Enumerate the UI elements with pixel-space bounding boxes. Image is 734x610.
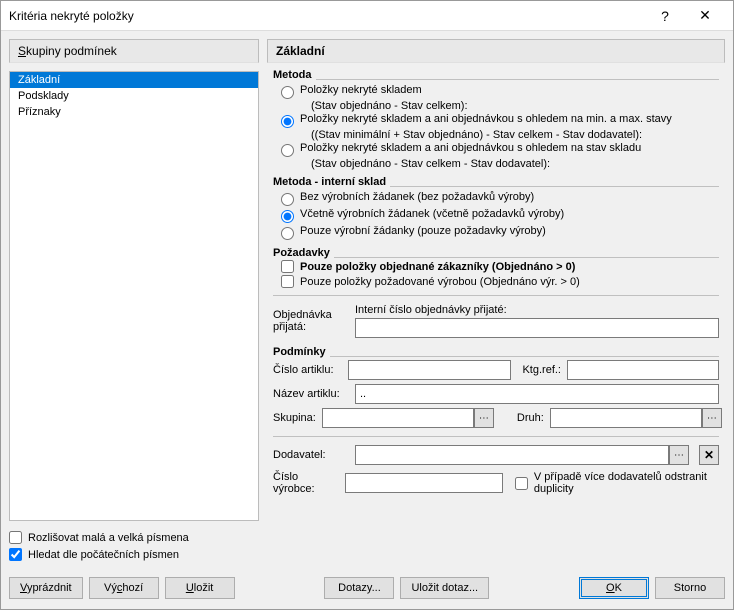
prefix-search-input[interactable]	[9, 548, 22, 561]
interni-opt1-label: Bez výrobních žádanek (bez požadavků výr…	[300, 191, 534, 203]
objednavka-field-label: Interní číslo objednávky přijaté:	[355, 304, 719, 318]
podminky-label: Podmínky	[273, 346, 330, 358]
default-button[interactable]: Výchozí	[89, 577, 159, 599]
metoda-opt1[interactable]: Položky nekryté skladem	[281, 83, 719, 100]
save-button[interactable]: Uložit	[165, 577, 235, 599]
metoda-opt2-radio[interactable]	[281, 115, 294, 128]
groups-header-text: kupiny podmínek	[26, 44, 117, 58]
objednavka-row: Objednávka přijatá: Interní číslo objedn…	[273, 302, 719, 340]
window-title: Kritéria nekryté položky	[9, 9, 645, 23]
case-sensitive-checkbox[interactable]: Rozlišovat malá a velká písmena	[9, 529, 259, 546]
pozadavky-chk1-label: Pouze položky objednané zákazníky (Objed…	[300, 261, 575, 273]
metoda-label: Metoda	[273, 69, 316, 81]
metoda-opt3-radio[interactable]	[281, 144, 294, 157]
pozadavky-label: Požadavky	[273, 247, 334, 259]
skupina-input[interactable]	[322, 408, 474, 428]
dialog-window: Kritéria nekryté položky ? ✕ Skupiny pod…	[0, 0, 734, 610]
cancel-button[interactable]: Storno	[655, 577, 725, 599]
interni-opt1[interactable]: Bez výrobních žádanek (bez požadavků výr…	[281, 190, 719, 207]
cislo-artiklu-input[interactable]	[348, 360, 511, 380]
dodavatel-input[interactable]	[355, 445, 669, 465]
nazev-artiklu-input[interactable]	[355, 384, 719, 404]
queries-button[interactable]: Dotazy...	[324, 577, 394, 599]
remove-duplicates-label: V případě více dodavatelů odstranit dupl…	[534, 471, 719, 495]
remove-duplicates-checkbox[interactable]: V případě více dodavatelů odstranit dupl…	[515, 469, 719, 497]
interni-group: Metoda - interní sklad	[273, 176, 719, 188]
titlebar: Kritéria nekryté položky ? ✕	[1, 1, 733, 31]
objednavka-label: Objednávka přijatá:	[273, 309, 349, 333]
clear-button-rest: yprázdnit	[27, 582, 72, 594]
metoda-opt1-label: Položky nekryté skladem	[300, 84, 422, 96]
panel-content: Metoda Položky nekryté skladem (Stav obj…	[267, 67, 725, 563]
group-item-podsklady[interactable]: Podsklady	[10, 88, 258, 104]
dodavatel-label: Dodavatel:	[273, 449, 349, 461]
prefix-search-checkbox[interactable]: Hledat dle počátečních písmen	[9, 546, 259, 563]
case-sensitive-input[interactable]	[9, 531, 22, 544]
ktgref-input[interactable]	[567, 360, 719, 380]
metoda-group: Metoda	[273, 69, 719, 81]
ktgref-label: Ktg.ref.:	[517, 364, 561, 376]
druh-label: Druh:	[500, 412, 544, 424]
interni-opt3-label: Pouze výrobní žádanky (pouze požadavky v…	[300, 225, 546, 237]
metoda-opt1-radio[interactable]	[281, 86, 294, 99]
footer: Vyprázdnit Výchozí Uložit Dotazy... Ulož…	[1, 571, 733, 609]
group-item-zakladni[interactable]: Základní	[10, 72, 258, 88]
clear-button[interactable]: Vyprázdnit	[9, 577, 83, 599]
metoda-opt3-desc: (Stav objednáno - Stav celkem - Stav dod…	[281, 158, 719, 170]
left-column: Skupiny podmínek Základní Podsklady Příz…	[9, 39, 259, 563]
dodavatel-picker-button[interactable]: ⋯	[669, 445, 689, 465]
metoda-opt1-desc: (Stav objednáno - Stav celkem):	[281, 100, 719, 112]
skupina-picker-button[interactable]: ⋯	[474, 408, 494, 428]
metoda-opt3-label: Položky nekryté skladem a ani objednávko…	[300, 142, 641, 154]
metoda-opt2[interactable]: Položky nekryté skladem a ani objednávko…	[281, 112, 719, 129]
pozadavky-chk1-input[interactable]	[281, 260, 294, 273]
group-item-priznaky[interactable]: Příznaky	[10, 104, 258, 120]
skupina-label: Skupina:	[273, 412, 316, 424]
druh-picker-button[interactable]: ⋯	[702, 408, 722, 428]
groups-header: Skupiny podmínek	[9, 39, 259, 63]
cislo-vyrobce-input[interactable]	[345, 473, 503, 493]
remove-duplicates-input[interactable]	[515, 477, 528, 490]
prefix-search-label: Hledat dle počátečních písmen	[28, 549, 179, 561]
pozadavky-chk2-label: Pouze položky požadované výrobou (Objedn…	[300, 276, 580, 288]
cislo-artiklu-label: Číslo artiklu:	[273, 364, 342, 376]
podminky-group: Podmínky	[273, 346, 719, 358]
pozadavky-group: Požadavky	[273, 247, 719, 259]
save-query-button[interactable]: Uložit dotaz...	[400, 577, 489, 599]
dodavatel-clear-button[interactable]: ✕	[699, 445, 719, 465]
body: Skupiny podmínek Základní Podsklady Příz…	[1, 31, 733, 571]
ok-button[interactable]: OK	[579, 577, 649, 599]
case-sensitive-label: Rozlišovat malá a velká písmena	[28, 532, 189, 544]
druh-input[interactable]	[550, 408, 702, 428]
objednavka-input[interactable]	[355, 318, 719, 338]
nazev-artiklu-label: Název artiklu:	[273, 388, 349, 400]
metoda-opt2-desc: ((Stav minimální + Stav objednáno) - Sta…	[281, 129, 719, 141]
metoda-opt3[interactable]: Položky nekryté skladem a ani objednávko…	[281, 141, 719, 158]
right-column: Základní Metoda Položky nekryté skladem …	[267, 39, 725, 563]
interni-opt2[interactable]: Včetně výrobních žádanek (včetně požadav…	[281, 207, 719, 224]
metoda-opt2-label: Položky nekryté skladem a ani objednávko…	[300, 113, 672, 125]
pozadavky-chk1[interactable]: Pouze položky objednané zákazníky (Objed…	[273, 259, 719, 274]
interni-label: Metoda - interní sklad	[273, 176, 390, 188]
close-button[interactable]: ✕	[685, 2, 725, 30]
help-button[interactable]: ?	[645, 2, 685, 30]
cislo-vyrobce-label: Číslo výrobce:	[273, 471, 339, 495]
pozadavky-chk2-input[interactable]	[281, 275, 294, 288]
panel-header: Základní	[267, 39, 725, 63]
pozadavky-chk2[interactable]: Pouze položky požadované výrobou (Objedn…	[273, 274, 719, 289]
interni-opt2-radio[interactable]	[281, 210, 294, 223]
interni-opt3[interactable]: Pouze výrobní žádanky (pouze požadavky v…	[281, 224, 719, 241]
interni-opt2-label: Včetně výrobních žádanek (včetně požadav…	[300, 208, 564, 220]
interni-opt3-radio[interactable]	[281, 227, 294, 240]
groups-listbox[interactable]: Základní Podsklady Příznaky	[9, 71, 259, 521]
interni-opt1-radio[interactable]	[281, 193, 294, 206]
